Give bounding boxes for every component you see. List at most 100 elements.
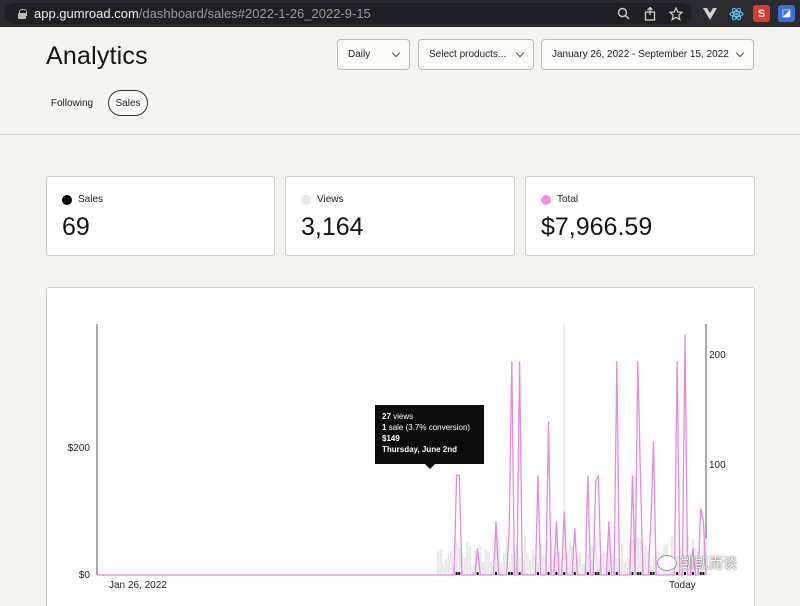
browser-toolbar: app.gumroad.com/dashboard/sales#2022-1-2…	[0, 0, 800, 27]
views-bar	[481, 561, 485, 575]
views-bar	[602, 551, 605, 575]
date-range-select[interactable]: January 26, 2022 - September 15, 2022	[541, 39, 754, 70]
views-bar	[639, 539, 642, 575]
stat-card-total: Total $7,966.59	[525, 176, 755, 256]
views-bar	[644, 546, 647, 575]
stat-label: Sales	[62, 194, 103, 205]
views-legend-dot	[301, 194, 311, 205]
sales-mark	[563, 572, 566, 575]
views-bar	[586, 553, 590, 575]
chart-tooltip: 27 views 1 sale (3.7% conversion) $149 T…	[375, 405, 484, 469]
views-bar	[523, 535, 527, 575]
views-bar	[542, 555, 545, 575]
views-bar	[636, 537, 639, 575]
address-bar[interactable]: app.gumroad.com/dashboard/sales#2022-1-2…	[4, 3, 692, 24]
views-bar	[447, 552, 450, 575]
sales-mark	[639, 572, 642, 575]
y2-tick-200: 200	[709, 350, 726, 361]
views-bar	[450, 550, 453, 575]
stat-value: 69	[62, 213, 90, 241]
stat-value: 3,164	[301, 213, 364, 241]
views-bar	[466, 541, 469, 575]
sales-mark	[510, 572, 513, 575]
watermark-text: 凯凯而谈	[681, 555, 737, 571]
extension-blue-icon[interactable]: ◪	[778, 5, 795, 22]
views-bar	[489, 561, 492, 575]
zoom-icon[interactable]	[615, 5, 632, 22]
sales-mark	[636, 572, 639, 575]
stat-card-views: Views 3,164	[285, 176, 515, 256]
product-select-placeholder: Select products...	[429, 49, 507, 60]
views-bar	[500, 563, 503, 575]
views-bar	[568, 542, 571, 575]
date-range-value: January 26, 2022 - September 15, 2022	[552, 49, 729, 60]
sales-mark	[508, 572, 511, 575]
vue-devtools-icon[interactable]	[701, 5, 718, 22]
views-bar	[471, 564, 474, 575]
interval-select-value: Daily	[348, 49, 371, 60]
stat-value: $7,966.59	[541, 213, 653, 241]
product-select[interactable]: Select products...	[418, 39, 534, 70]
views-bar	[531, 549, 534, 575]
tooltip-views: 27 views	[382, 412, 414, 421]
y-tick-200: $200	[68, 443, 91, 454]
url-path: /dashboard/sales#2022-1-26_2022-9-15	[138, 6, 371, 21]
sales-mark	[547, 572, 550, 575]
tooltip-date: Thursday, June 2nd	[382, 445, 457, 454]
sales-mark	[555, 572, 558, 575]
sales-mark	[537, 572, 539, 575]
stat-label: Views	[301, 194, 344, 205]
views-bar	[484, 549, 487, 575]
views-bar	[631, 539, 634, 575]
views-bar	[579, 552, 582, 575]
views-bar	[468, 545, 471, 575]
wechat-logo-icon	[657, 555, 677, 571]
url-host: app.gumroad.com	[34, 6, 139, 21]
page-header: Analytics Following Sales Daily Select p…	[0, 27, 800, 135]
views-bar	[581, 564, 584, 575]
views-bar	[526, 552, 529, 575]
sales-mark	[652, 572, 655, 575]
stat-card-sales: Sales 69	[46, 176, 275, 256]
share-icon[interactable]	[641, 5, 658, 22]
sales-mark	[615, 572, 618, 575]
interval-select[interactable]: Daily	[337, 39, 410, 70]
sales-mark	[573, 572, 576, 575]
y-tick-0: $0	[79, 570, 91, 581]
extension-red-icon[interactable]: S	[753, 5, 770, 22]
sales-mark	[586, 572, 589, 575]
tab-following[interactable]: Following	[44, 90, 100, 116]
sales-mark	[518, 572, 521, 575]
views-bar	[502, 552, 506, 575]
sales-mark	[597, 572, 600, 575]
sales-mark	[594, 572, 597, 575]
views-bar	[442, 563, 445, 575]
stat-label-text: Total	[557, 194, 579, 205]
views-bar	[445, 559, 448, 575]
sales-mark	[455, 572, 458, 575]
sales-mark	[495, 572, 497, 575]
stat-label: Total	[541, 194, 578, 205]
views-bar	[439, 549, 443, 575]
tooltip-sales: 1 sale (3.7% conversion)	[382, 423, 471, 432]
chevron-down-icon	[735, 48, 745, 58]
bookmark-star-icon[interactable]	[667, 5, 684, 22]
watermark: 凯凯而谈	[657, 553, 737, 573]
views-bar	[621, 543, 624, 575]
sales-mark	[458, 572, 461, 575]
react-devtools-icon[interactable]	[728, 5, 745, 22]
views-bar	[529, 559, 532, 575]
lock-icon	[18, 8, 27, 19]
sales-mark	[649, 572, 652, 575]
views-bar	[458, 548, 461, 575]
sales-legend-dot	[62, 194, 72, 205]
chevron-down-icon	[391, 48, 401, 58]
chevron-down-icon	[515, 48, 525, 58]
views-bar	[463, 557, 466, 575]
stat-label-text: Sales	[78, 194, 104, 205]
views-bar	[455, 538, 458, 575]
tab-sales[interactable]: Sales	[108, 90, 148, 116]
views-bar	[437, 551, 440, 575]
sales-mark	[607, 572, 610, 575]
sales-mark	[476, 572, 479, 575]
